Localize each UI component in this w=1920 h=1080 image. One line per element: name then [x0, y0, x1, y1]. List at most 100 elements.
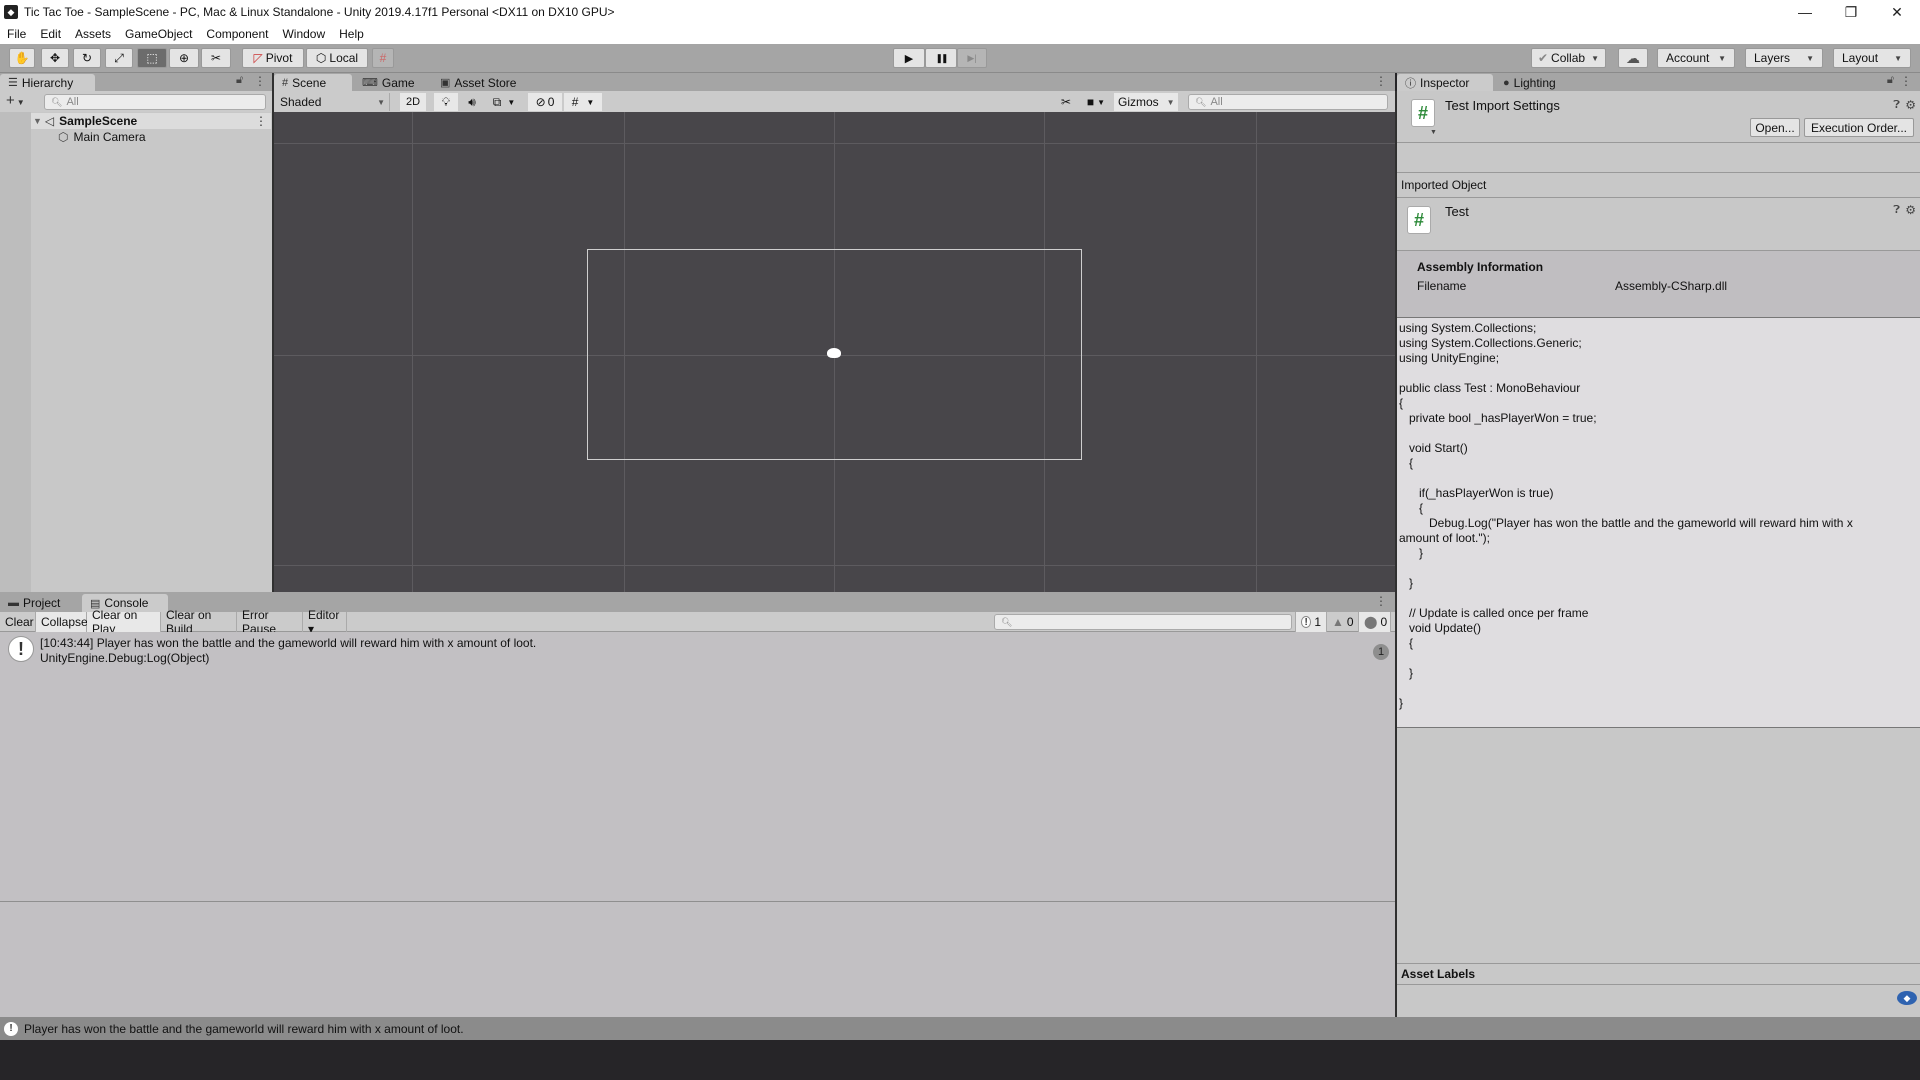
tab-inspector[interactable]: ⓘ Inspector: [1397, 74, 1493, 91]
clear-on-build-toggle[interactable]: Clear on Build: [161, 608, 237, 636]
hierarchy-item-label: SampleScene: [59, 114, 138, 128]
play-button[interactable]: ▶: [893, 48, 925, 68]
close-button[interactable]: ✕: [1874, 0, 1920, 24]
audio-toggle[interactable]: 🔊︎: [460, 93, 484, 111]
lock-icon[interactable]: 🔓︎: [236, 74, 243, 87]
open-button[interactable]: Open...: [1750, 118, 1800, 137]
hierarchy-item-samplescene[interactable]: ▼ ◁ SampleScene ⋮: [31, 113, 271, 129]
asset-labels-header: Asset Labels: [1397, 963, 1920, 985]
gear-icon[interactable]: ⚙: [1905, 203, 1916, 217]
console-search-input[interactable]: 🔍︎: [994, 614, 1292, 630]
kebab-menu-icon[interactable]: ⋮: [255, 114, 267, 128]
hand-icon: ✋: [14, 51, 30, 65]
step-button[interactable]: ▶|: [957, 48, 987, 68]
grid-line: [1256, 112, 1257, 592]
hierarchy-tree: [0, 112, 272, 592]
2d-toggle[interactable]: 2D: [400, 93, 426, 111]
kebab-menu-icon[interactable]: ⋮: [254, 74, 266, 88]
menu-help[interactable]: Help: [339, 27, 364, 41]
collapse-toggle[interactable]: Collapse: [36, 612, 88, 632]
help-icon[interactable]: ❓︎: [1893, 99, 1900, 112]
execution-order-button[interactable]: Execution Order...: [1804, 118, 1914, 137]
effects-dropdown[interactable]: ⧉ ▼: [486, 93, 522, 111]
gear-icon[interactable]: ⚙: [1905, 98, 1916, 112]
menu-gameobject[interactable]: GameObject: [125, 27, 192, 41]
log-filter-toggle[interactable]: ! 1: [1295, 612, 1327, 632]
add-button[interactable]: + ▼: [6, 92, 25, 109]
chevron-down-icon: ▼: [1430, 129, 1437, 136]
tag-icon[interactable]: ◆: [1897, 991, 1917, 1005]
tab-asset-store[interactable]: ▣ Asset Store: [432, 74, 542, 91]
hierarchy-search-input[interactable]: 🔍︎ All: [44, 94, 266, 110]
tab-hierarchy[interactable]: ☰ Hierarchy: [0, 74, 95, 91]
tab-game[interactable]: ⌨ Game: [354, 74, 430, 91]
cloud-button[interactable]: ☁: [1618, 48, 1648, 68]
shading-mode-dropdown[interactable]: Shaded ▼: [276, 93, 390, 111]
speaker-icon: 🔊︎: [468, 94, 476, 109]
kebab-menu-icon[interactable]: ⋮: [1375, 74, 1387, 88]
menu-edit[interactable]: Edit: [40, 27, 61, 41]
search-placeholder: All: [66, 96, 79, 108]
help-icon[interactable]: ❓︎: [1893, 204, 1900, 217]
layout-dropdown[interactable]: Layout ▼: [1833, 48, 1911, 68]
error-count: 0: [1380, 615, 1388, 629]
hidden-objects-toggle[interactable]: ⊘ 0: [528, 93, 562, 111]
menu-window[interactable]: Window: [282, 27, 325, 41]
collab-dropdown[interactable]: ✔ Collab ▼: [1531, 48, 1606, 68]
clear-label: Clear: [5, 615, 34, 629]
imported-object-label: Imported Object: [1401, 178, 1487, 192]
chevron-down-icon: ▼: [1591, 53, 1599, 63]
rotate-tool-button[interactable]: ↻: [73, 48, 101, 68]
error-pause-toggle[interactable]: Error Pause: [237, 608, 303, 636]
console-entry[interactable]: ! [10:43:44] Player has won the battle a…: [0, 632, 1395, 668]
local-toggle[interactable]: ⬡ Local: [306, 48, 368, 68]
kebab-menu-icon[interactable]: ⋮: [1900, 74, 1912, 88]
menu-bar: File Edit Assets GameObject Component Wi…: [0, 24, 1920, 44]
transform-tool-button[interactable]: ⊕: [169, 48, 199, 68]
console-detail-splitter[interactable]: [0, 901, 1395, 902]
menu-component[interactable]: Component: [206, 27, 268, 41]
layers-dropdown[interactable]: Layers ▼: [1745, 48, 1823, 68]
scene-search-input[interactable]: 🔍︎ All: [1188, 94, 1388, 110]
lighting-toggle[interactable]: 💡︎: [434, 93, 458, 111]
menu-assets[interactable]: Assets: [75, 27, 111, 41]
grid-dropdown[interactable]: # ▼: [564, 93, 602, 111]
effects-icon: ⧉: [492, 94, 502, 109]
restore-button[interactable]: ❐: [1828, 0, 1874, 24]
tools-icon: ✂: [1060, 95, 1072, 109]
error-filter-toggle[interactable]: ⬤ 0: [1359, 612, 1391, 632]
kebab-menu-icon[interactable]: ⋮: [1375, 594, 1387, 608]
scale-tool-button[interactable]: ⤢: [105, 48, 133, 68]
info-icon: ⓘ: [1405, 77, 1416, 90]
eye-slash-icon: ⊘: [535, 95, 546, 109]
warning-filter-toggle[interactable]: ▲ 0: [1327, 612, 1359, 632]
camera-dropdown[interactable]: ■ ▼: [1080, 93, 1112, 111]
hierarchy-item-main-camera[interactable]: ⬡ Main Camera: [58, 129, 146, 145]
pause-button[interactable]: ❚❚: [925, 48, 957, 68]
clear-button[interactable]: Clear: [0, 612, 36, 632]
camera-gizmo-icon[interactable]: [827, 348, 841, 358]
scene-viewport[interactable]: [274, 112, 1395, 592]
rect-tool-button[interactable]: ⬚: [137, 48, 167, 68]
move-tool-button[interactable]: ✥: [41, 48, 69, 68]
status-bar[interactable]: ! Player has won the battle and the game…: [0, 1017, 1920, 1040]
lock-icon[interactable]: 🔓︎: [1887, 74, 1894, 87]
tab-project[interactable]: ▬ Project: [0, 594, 80, 612]
expand-arrow-icon[interactable]: ▼: [33, 116, 42, 126]
grid-snap-button[interactable]: #: [372, 48, 394, 68]
hand-tool-button[interactable]: ✋: [9, 48, 35, 68]
minimize-button[interactable]: —: [1782, 0, 1828, 24]
clear-on-play-toggle[interactable]: Clear on Play: [87, 608, 161, 636]
custom-tool-button[interactable]: ✂: [201, 48, 231, 68]
tab-lighting[interactable]: ● Lighting: [1495, 74, 1585, 91]
editor-dropdown[interactable]: Editor ▾: [303, 608, 347, 636]
chevron-down-icon: ▼: [1806, 53, 1814, 63]
tab-game-label: Game: [381, 75, 415, 90]
tools-button[interactable]: ✂: [1055, 93, 1077, 111]
tab-scene[interactable]: # Scene: [274, 74, 352, 91]
menu-file[interactable]: File: [7, 27, 26, 41]
pivot-toggle[interactable]: ◸ Pivot: [242, 48, 304, 68]
account-dropdown[interactable]: Account ▼: [1657, 48, 1735, 68]
gizmos-dropdown[interactable]: Gizmos ▼: [1114, 93, 1178, 111]
unity-logo-icon: ◆: [4, 5, 18, 19]
